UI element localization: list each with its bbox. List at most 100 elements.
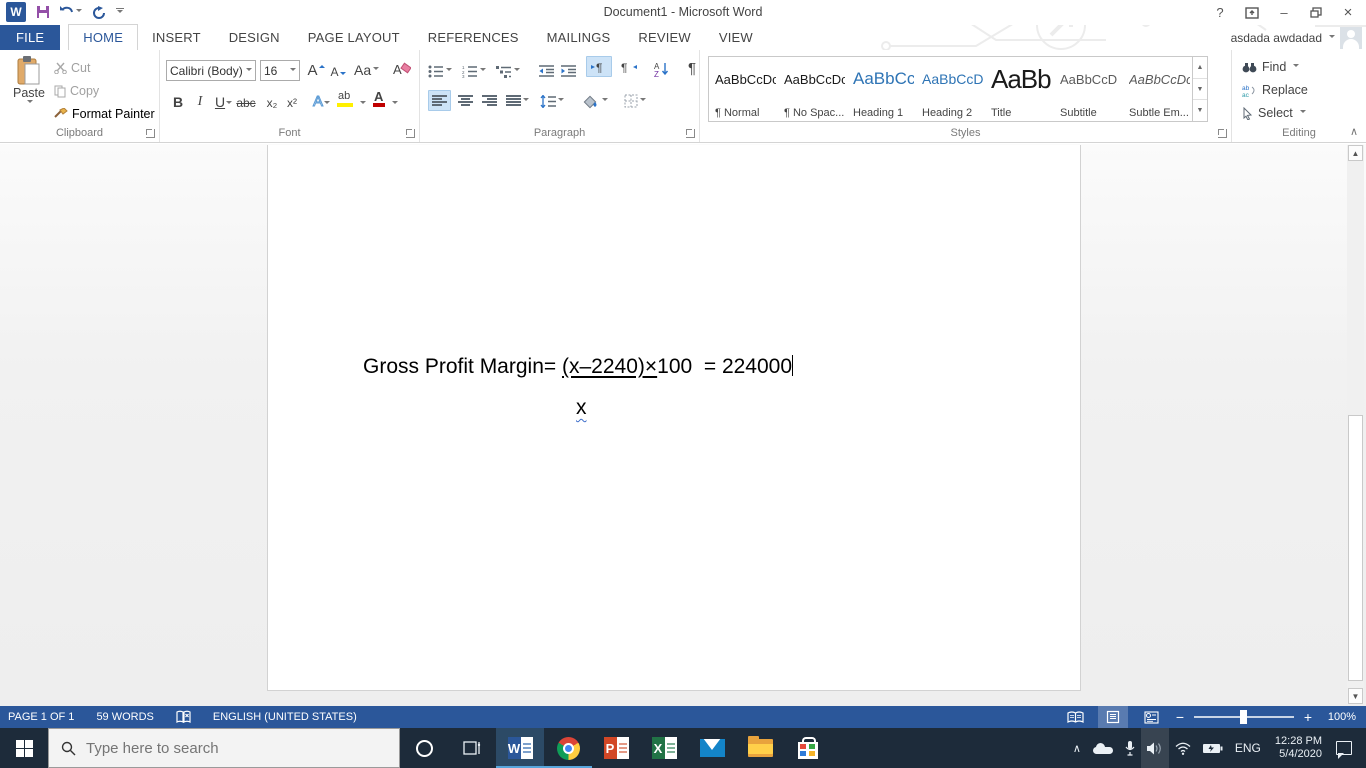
taskbar-clock[interactable]: 12:28 PM 5/4/2020: [1267, 735, 1330, 761]
bold-button[interactable]: B: [168, 91, 188, 113]
font-color-dropdown-arrow[interactable]: [392, 101, 398, 107]
strikethrough-button[interactable]: abc: [236, 92, 256, 114]
input-language-indicator[interactable]: ENG: [1229, 728, 1267, 768]
styles-scroll-up-button[interactable]: ▲: [1193, 57, 1207, 79]
bullets-button[interactable]: [428, 60, 452, 82]
search-input[interactable]: [86, 739, 356, 757]
vertical-scrollbar[interactable]: ▲ ▼: [1347, 145, 1364, 704]
help-button[interactable]: ?: [1206, 2, 1234, 24]
tab-insert[interactable]: INSERT: [138, 25, 215, 50]
undo-dropdown-arrow[interactable]: [76, 9, 82, 15]
document-page[interactable]: Gross Profit Margin= (x–2240)×100 = 2240…: [267, 145, 1081, 691]
shrink-font-button[interactable]: A: [328, 61, 348, 83]
tray-overflow-chevron[interactable]: ∧: [1067, 728, 1087, 768]
restore-button[interactable]: [1302, 2, 1330, 24]
tab-view[interactable]: VIEW: [705, 25, 767, 50]
taskbar-excel-button[interactable]: X: [640, 728, 688, 768]
align-right-button[interactable]: [478, 90, 501, 111]
zoom-slider[interactable]: [1194, 710, 1294, 724]
cortana-button[interactable]: [400, 728, 448, 768]
justify-button[interactable]: [502, 90, 532, 111]
tab-home[interactable]: HOME: [68, 24, 139, 50]
style-heading-1[interactable]: AaBbCc Heading 1: [847, 57, 916, 121]
print-layout-button[interactable]: [1098, 706, 1128, 728]
multilevel-list-button[interactable]: [496, 60, 520, 82]
language-indicator[interactable]: ENGLISH (UNITED STATES): [213, 711, 357, 723]
read-mode-button[interactable]: [1060, 706, 1090, 728]
text-effects-dropdown-arrow[interactable]: [324, 101, 330, 107]
tab-page-layout[interactable]: PAGE LAYOUT: [294, 25, 414, 50]
proofing-errors-icon[interactable]: [176, 710, 191, 724]
borders-button[interactable]: [624, 90, 646, 112]
paste-button[interactable]: Paste: [8, 56, 50, 126]
zoom-slider-handle[interactable]: [1240, 710, 1247, 724]
style-subtle-emphasis[interactable]: AaBbCcDc Subtle Em...: [1123, 57, 1192, 121]
zoom-in-button[interactable]: +: [1302, 710, 1314, 724]
taskbar-file-explorer-button[interactable]: [736, 728, 784, 768]
tab-mailings[interactable]: MAILINGS: [533, 25, 625, 50]
account-menu[interactable]: asdada awdadad: [1231, 27, 1362, 49]
network-wifi-icon[interactable]: [1169, 728, 1197, 768]
show-hide-pilcrow-button[interactable]: ¶: [682, 57, 702, 79]
numbering-button[interactable]: 123: [462, 60, 486, 82]
paste-dropdown-arrow[interactable]: [27, 100, 33, 106]
format-painter-button[interactable]: Format Painter: [54, 104, 155, 124]
style-title[interactable]: AaBb Title: [985, 57, 1054, 121]
align-left-button[interactable]: [428, 90, 451, 111]
taskbar-mail-button[interactable]: [688, 728, 736, 768]
grow-font-button[interactable]: A: [306, 59, 326, 81]
page-indicator[interactable]: PAGE 1 OF 1: [8, 711, 74, 723]
tab-file[interactable]: FILE: [0, 25, 61, 50]
decrease-indent-button[interactable]: [536, 60, 556, 82]
subscript-button[interactable]: x₂: [262, 92, 282, 114]
tab-design[interactable]: DESIGN: [215, 25, 294, 50]
clear-formatting-button[interactable]: A: [392, 58, 412, 80]
repeat-button[interactable]: [92, 5, 106, 19]
clipboard-dialog-launcher[interactable]: [146, 129, 155, 138]
replace-button[interactable]: ab ac Replace: [1242, 80, 1308, 100]
increase-indent-button[interactable]: [558, 60, 578, 82]
font-color-button[interactable]: A: [373, 89, 385, 107]
web-layout-button[interactable]: [1136, 706, 1166, 728]
cut-button[interactable]: Cut: [54, 58, 90, 78]
line-spacing-button[interactable]: [540, 90, 564, 112]
document-canvas[interactable]: Gross Profit Margin= (x–2240)×100 = 2240…: [0, 144, 1366, 706]
select-button[interactable]: Select: [1242, 103, 1306, 123]
styles-scroll-down-button[interactable]: ▼: [1193, 79, 1207, 101]
taskbar-store-button[interactable]: [784, 728, 832, 768]
battery-icon[interactable]: [1197, 728, 1229, 768]
minimize-button[interactable]: –: [1270, 2, 1298, 24]
zoom-out-button[interactable]: −: [1174, 710, 1186, 724]
superscript-button[interactable]: x²: [282, 92, 302, 114]
sort-button[interactable]: AZ: [652, 58, 672, 80]
style-no-spacing[interactable]: AaBbCcDc ¶ No Spac...: [778, 57, 847, 121]
shading-button[interactable]: [582, 90, 608, 112]
style-normal[interactable]: AaBbCcDc ¶ Normal: [709, 57, 778, 121]
word-count[interactable]: 59 WORDS: [96, 711, 153, 723]
customize-qat-button[interactable]: [116, 8, 124, 16]
task-view-button[interactable]: [448, 728, 496, 768]
align-center-button[interactable]: [454, 90, 477, 111]
taskbar-powerpoint-button[interactable]: P: [592, 728, 640, 768]
taskbar-word-button[interactable]: W: [496, 728, 544, 768]
styles-dialog-launcher[interactable]: [1218, 129, 1227, 138]
close-button[interactable]: ×: [1334, 2, 1362, 24]
action-center-button[interactable]: [1330, 728, 1366, 768]
highlight-dropdown-arrow[interactable]: [360, 101, 366, 107]
undo-button[interactable]: [60, 6, 82, 18]
zoom-percentage[interactable]: 100%: [1322, 711, 1356, 723]
font-dialog-launcher[interactable]: [406, 129, 415, 138]
tab-review[interactable]: REVIEW: [624, 25, 704, 50]
taskbar-chrome-button[interactable]: [544, 728, 592, 768]
font-family-combobox[interactable]: Calibri (Body): [166, 60, 256, 81]
left-to-right-text-direction-button[interactable]: ¶: [586, 56, 612, 77]
font-size-combobox[interactable]: 16: [260, 60, 300, 81]
italic-button[interactable]: I: [190, 91, 210, 113]
copy-button[interactable]: Copy: [54, 81, 99, 101]
paragraph-dialog-launcher[interactable]: [686, 129, 695, 138]
styles-more-button[interactable]: ▼: [1193, 100, 1207, 121]
account-avatar[interactable]: [1340, 27, 1362, 49]
find-button[interactable]: Find: [1242, 57, 1300, 77]
taskbar-search-box[interactable]: [48, 728, 400, 768]
style-subtitle[interactable]: AaBbCcD Subtitle: [1054, 57, 1123, 121]
